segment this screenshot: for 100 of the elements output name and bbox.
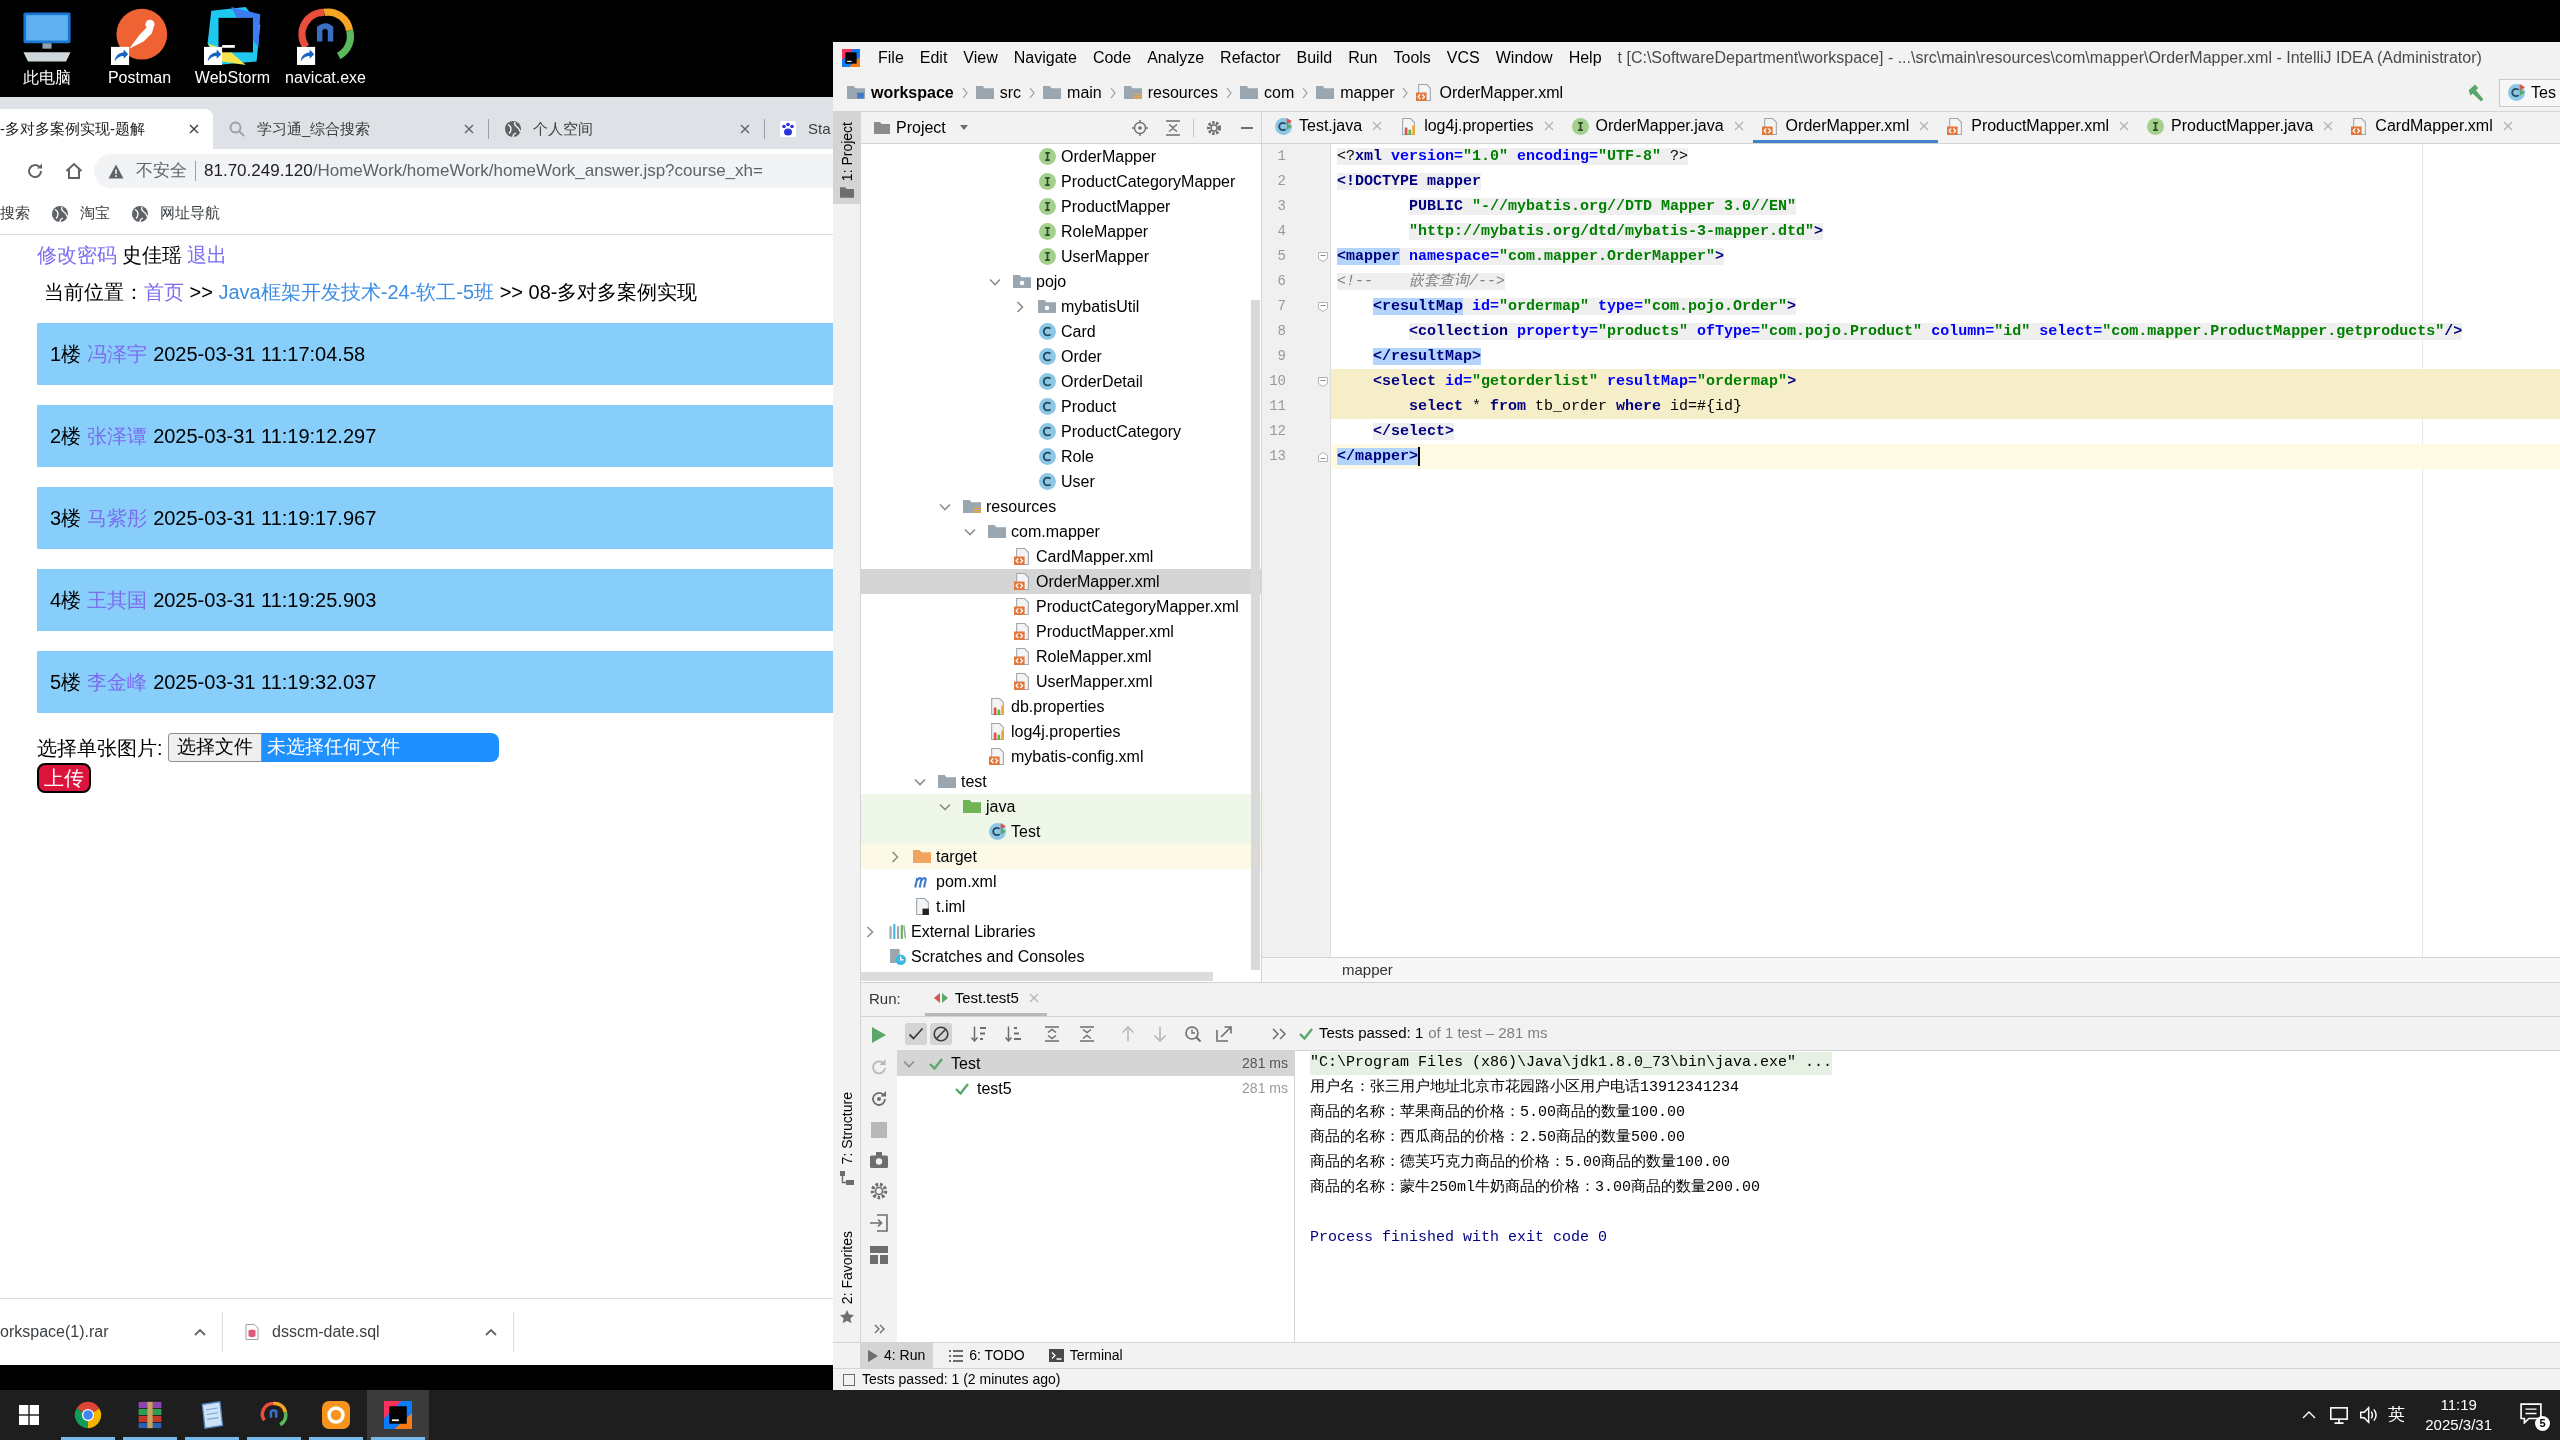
minimize-icon[interactable] bbox=[1241, 126, 1253, 129]
square-icon[interactable] bbox=[843, 1373, 855, 1386]
camera-icon[interactable] bbox=[870, 1152, 888, 1168]
bookmark[interactable]: 搜索 bbox=[0, 202, 30, 225]
menu-item[interactable]: File bbox=[870, 48, 912, 68]
editor-tab[interactable]: ProductMapper.xml bbox=[1938, 112, 2139, 143]
tree-item[interactable]: RoleMapper bbox=[861, 219, 1261, 244]
menu-item[interactable]: Edit bbox=[911, 48, 956, 68]
editor-tab[interactable]: Test.java bbox=[1266, 112, 1392, 143]
tree-item[interactable]: Scratches and Consoles bbox=[861, 944, 1261, 969]
tree-item[interactable]: ProductCategoryMapper.xml bbox=[861, 594, 1261, 619]
collapse-all-icon[interactable] bbox=[1079, 1025, 1095, 1042]
breadcrumb-item[interactable]: workspace bbox=[847, 82, 954, 103]
menu-item[interactable]: Refactor bbox=[1212, 48, 1289, 68]
sort-alphabetically-icon[interactable] bbox=[971, 1025, 987, 1042]
test-tree-item[interactable]: test5 281 ms bbox=[897, 1076, 1294, 1101]
download-item[interactable]: orkspace(1).rar bbox=[0, 1299, 222, 1365]
tree-item[interactable]: UserMapper.xml bbox=[861, 669, 1261, 694]
tree-item[interactable]: test bbox=[861, 769, 1261, 794]
tool-window-tab[interactable]: 4: Run bbox=[860, 1343, 934, 1368]
browser-tab[interactable]: 学习通_综合搜索 bbox=[213, 109, 488, 149]
tree-item[interactable]: Role bbox=[861, 444, 1261, 469]
collapse-all-icon[interactable] bbox=[1165, 119, 1181, 136]
expand-all-icon[interactable] bbox=[1044, 1025, 1060, 1042]
scrollbar-thumb[interactable] bbox=[861, 972, 1213, 981]
breadcrumb-item[interactable]: com bbox=[1240, 82, 1295, 103]
bookmark[interactable]: 网址导航 bbox=[132, 202, 220, 225]
fold-marker-icon[interactable] bbox=[1318, 251, 1328, 262]
prohibited-icon[interactable] bbox=[930, 1022, 952, 1045]
upload-button[interactable]: 上传 bbox=[37, 763, 91, 793]
breadcrumb-item[interactable]: main bbox=[1043, 82, 1102, 103]
tree-item[interactable]: ProductCategory bbox=[861, 419, 1261, 444]
auto-rerun-icon[interactable] bbox=[870, 1090, 888, 1108]
close-icon[interactable] bbox=[189, 124, 199, 134]
tree-item[interactable]: resources bbox=[861, 494, 1261, 519]
chevron-down-icon[interactable] bbox=[964, 527, 976, 536]
file-input[interactable]: 选择文件 未选择任何文件 bbox=[167, 733, 499, 762]
export-icon[interactable] bbox=[1216, 1025, 1232, 1042]
breadcrumb-item[interactable]: mapper bbox=[1316, 82, 1395, 103]
tool-window-button[interactable]: 1: Project bbox=[833, 112, 860, 205]
tree-item[interactable]: Order bbox=[861, 344, 1261, 369]
browser-tab[interactable]: Sta bbox=[764, 109, 833, 149]
breadcrumb-item[interactable]: resources bbox=[1123, 82, 1218, 103]
menu-item[interactable]: Analyze bbox=[1139, 48, 1213, 68]
chevron-down-icon[interactable] bbox=[939, 802, 951, 811]
address-bar[interactable]: 不安全 81.70.249.120/HomeWork/homeWork/homeWork_answer.jsp?course_xh= bbox=[94, 154, 833, 188]
menu-item[interactable]: Run bbox=[1340, 48, 1386, 68]
tree-item[interactable]: OrderMapper.xml bbox=[861, 569, 1261, 594]
tree-item[interactable]: ProductMapper.xml bbox=[861, 619, 1261, 644]
menu-item[interactable]: Code bbox=[1084, 48, 1140, 68]
webstorm-icon[interactable] bbox=[203, 7, 262, 65]
user-link[interactable]: 修改密码 bbox=[37, 240, 117, 270]
tree-item[interactable]: log4j.properties bbox=[861, 719, 1261, 744]
tree-item[interactable]: RoleMapper.xml bbox=[861, 644, 1261, 669]
browser-tab[interactable]: -多对多案例实现-题解 bbox=[0, 109, 213, 149]
import-icon[interactable] bbox=[870, 1214, 888, 1232]
menu-item[interactable]: VCS bbox=[1438, 48, 1488, 68]
bookmark[interactable]: 淘宝 bbox=[52, 202, 110, 225]
tree-item[interactable]: java bbox=[861, 794, 1261, 819]
clock-icon[interactable] bbox=[1185, 1025, 1201, 1042]
tree-item[interactable]: ProductCategoryMapper bbox=[861, 169, 1261, 194]
notification-icon[interactable] bbox=[2520, 1403, 2542, 1424]
editor-tab[interactable]: CardMapper.xml bbox=[2342, 112, 2522, 143]
tree-item[interactable]: mybatisUtil bbox=[861, 294, 1261, 319]
tree-item[interactable]: ProductMapper bbox=[861, 194, 1261, 219]
tree-item[interactable]: User bbox=[861, 469, 1261, 494]
tree-item[interactable]: pojo bbox=[861, 269, 1261, 294]
gear-icon[interactable] bbox=[870, 1182, 888, 1200]
tool-window-tab[interactable]: 6: TODO bbox=[941, 1343, 1033, 1368]
tree-item[interactable]: pom.xml bbox=[861, 869, 1261, 894]
menu-item[interactable]: View bbox=[955, 48, 1006, 68]
menu-item[interactable]: Build bbox=[1288, 48, 1341, 68]
tool-window-tab[interactable]: Terminal bbox=[1040, 1343, 1131, 1368]
play-icon[interactable] bbox=[871, 1026, 887, 1044]
ime-indicator[interactable]: 英 bbox=[2388, 1402, 2406, 1428]
menu-item[interactable]: Navigate bbox=[1005, 48, 1085, 68]
editor-tab[interactable]: log4j.properties bbox=[1391, 112, 1563, 143]
tree-item[interactable]: Card bbox=[861, 319, 1261, 344]
caret-up-icon[interactable] bbox=[194, 1328, 206, 1336]
tree-item[interactable]: t.iml bbox=[861, 894, 1261, 919]
tree-item[interactable]: External Libraries bbox=[861, 919, 1261, 944]
panel-title-dropdown[interactable]: Project bbox=[874, 115, 968, 140]
user-link[interactable]: 退出 bbox=[187, 240, 227, 270]
postman-icon[interactable] bbox=[110, 7, 169, 65]
tree-item[interactable]: com.mapper bbox=[861, 519, 1261, 544]
desktop-icon-label[interactable]: Postman bbox=[107, 68, 172, 88]
chevron-down-icon[interactable] bbox=[989, 277, 1001, 286]
fold-marker-icon[interactable] bbox=[1318, 451, 1328, 462]
tree-item[interactable]: Product bbox=[861, 394, 1261, 419]
menu-item[interactable]: Help bbox=[1560, 48, 1610, 68]
tree-item[interactable]: CardMapper.xml bbox=[861, 544, 1261, 569]
sort-by-duration-icon[interactable] bbox=[1005, 1025, 1021, 1042]
menu-item[interactable]: Window bbox=[1487, 48, 1561, 68]
editor-tab[interactable]: ProductMapper.java bbox=[2138, 112, 2343, 143]
navicat-icon[interactable] bbox=[296, 7, 355, 65]
tree-item[interactable]: target bbox=[861, 844, 1261, 869]
breadcrumb-item[interactable]: src bbox=[975, 82, 1022, 103]
close-icon[interactable] bbox=[739, 124, 750, 134]
hammer-icon[interactable] bbox=[2467, 83, 2486, 102]
double-chevron-icon[interactable] bbox=[1271, 1025, 1287, 1042]
